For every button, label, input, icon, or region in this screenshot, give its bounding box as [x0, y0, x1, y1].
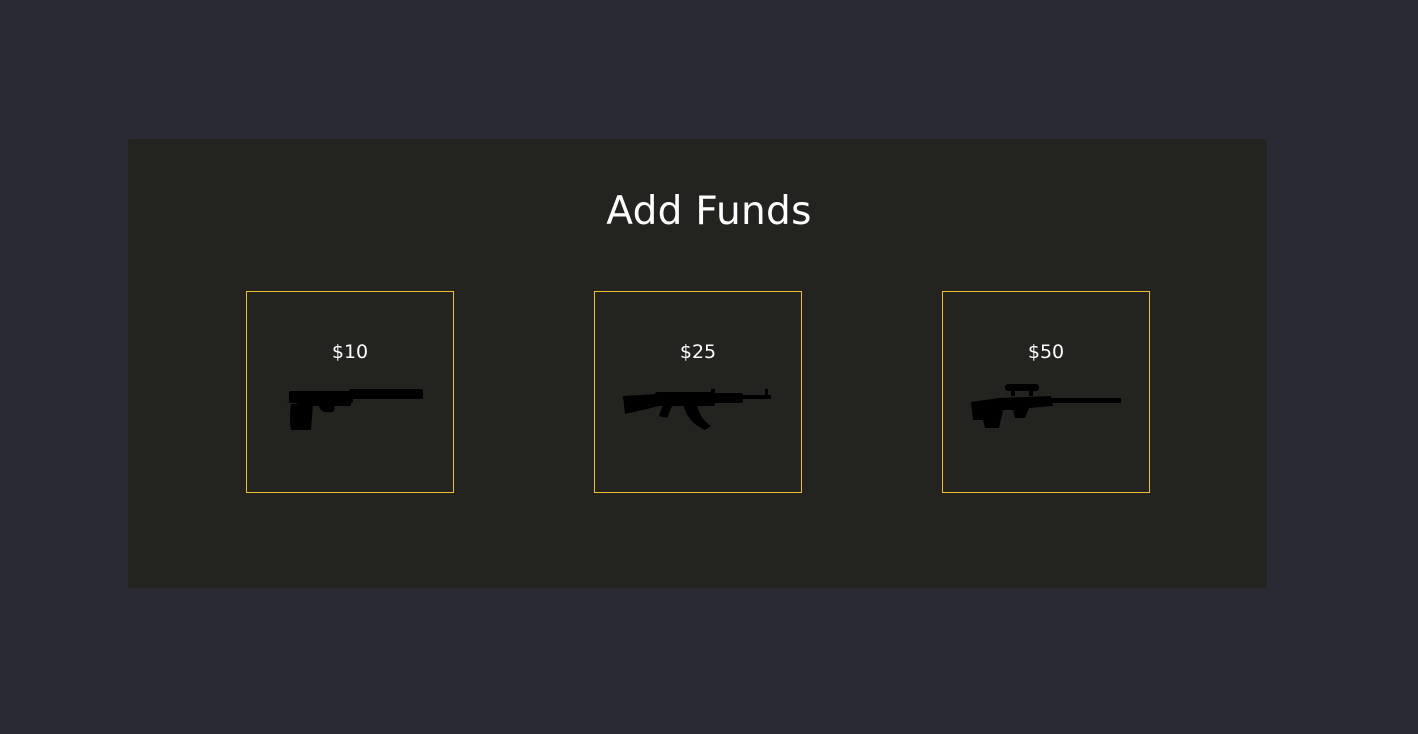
page-title: Add Funds [606, 189, 812, 234]
fund-option-price: $25 [679, 341, 717, 363]
fund-option-price: $10 [331, 341, 369, 363]
fund-option-10[interactable]: $10 [246, 291, 454, 493]
fund-option-25[interactable]: $25 [594, 291, 802, 493]
fund-option-50[interactable]: $50 [942, 291, 1150, 493]
sniper-rifle-icon [971, 384, 1121, 428]
fund-option-price: $50 [1027, 341, 1065, 363]
pistol-icon [287, 389, 423, 430]
assault-rifle-icon [623, 389, 771, 430]
